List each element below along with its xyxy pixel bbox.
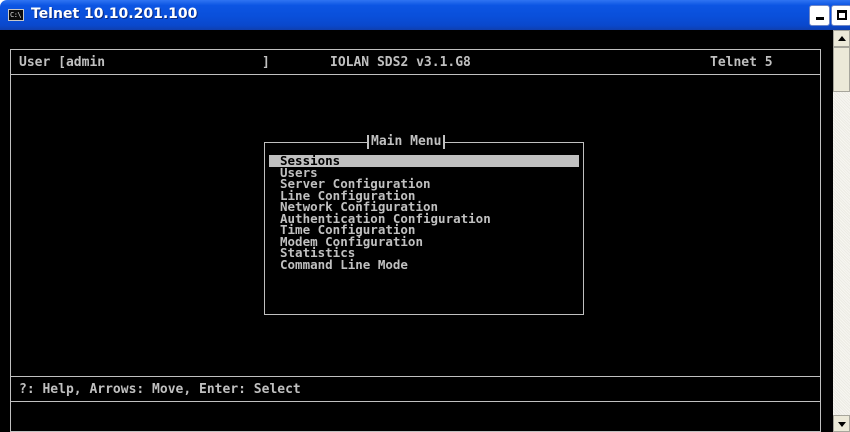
maximize-button[interactable] [831, 5, 850, 26]
header-product-version: IOLAN SDS2 v3.1.G8 [330, 55, 471, 70]
main-menu-title: Main Menu [367, 135, 446, 149]
arrow-down-icon [838, 422, 846, 427]
minimize-icon [816, 17, 824, 20]
console-window-icon[interactable]: C:\ [8, 9, 24, 21]
title-bar[interactable]: C:\ Telnet 10.10.201.100 [0, 0, 850, 30]
main-menu-list: Sessions Users Server Configuration Line Co… [269, 155, 579, 270]
header-user-bracket: ] [262, 55, 270, 70]
vertical-scrollbar[interactable] [833, 30, 850, 432]
scroll-up-button[interactable] [833, 30, 850, 47]
minimize-button[interactable] [809, 5, 830, 26]
menu-item-command-line-mode[interactable]: Command Line Mode [269, 258, 579, 271]
terminal-screen[interactable]: User [admin ] IOLAN SDS2 v3.1.G8 Telnet … [0, 30, 833, 432]
window-title: Telnet 10.10.201.100 [31, 6, 198, 22]
footer-help-text: ?: Help, Arrows: Move, Enter: Select [19, 382, 301, 397]
scroll-down-button[interactable] [833, 415, 850, 432]
scroll-thumb[interactable] [833, 47, 850, 92]
arrow-up-icon [838, 36, 846, 41]
console-icon-glyph: C:\ [10, 11, 22, 19]
main-menu: Main Menu Sessions Users Server Configurat… [264, 135, 584, 315]
header-user: User [admin [19, 55, 106, 70]
header-session: Telnet 5 [710, 55, 773, 70]
maximize-icon [837, 10, 847, 20]
